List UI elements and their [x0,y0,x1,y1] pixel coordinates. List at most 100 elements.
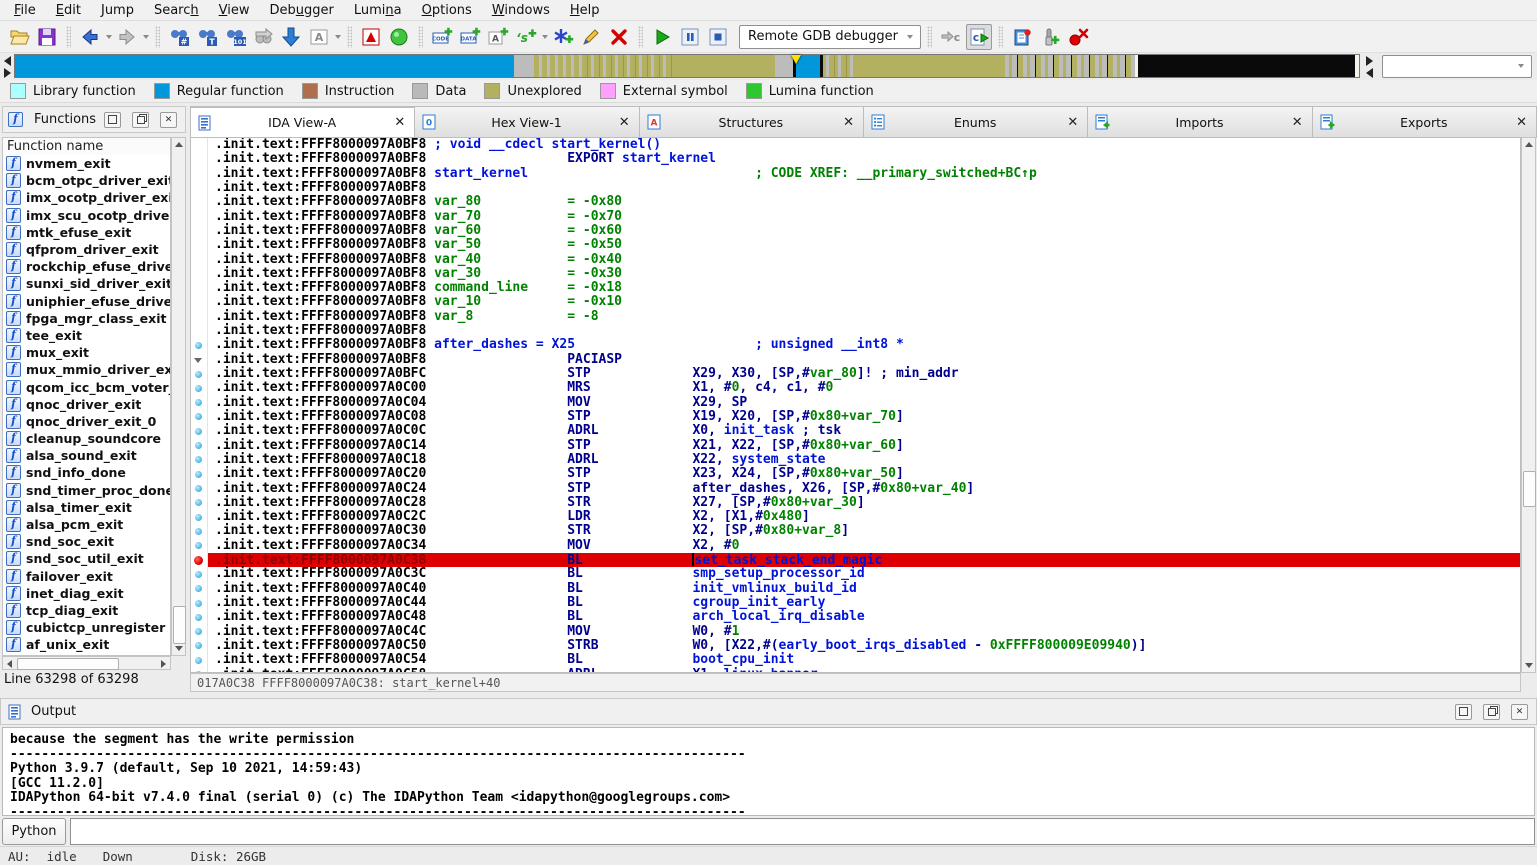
maximize-icon[interactable] [1455,704,1472,720]
function-list-item[interactable]: fnvmem_exit [3,155,170,172]
menu-help[interactable]: Help [560,2,610,19]
asm-text[interactable]: .init.text:FFFF8000097A0C48 BL arch_loca… [208,610,1520,624]
output-log[interactable]: because the segment has the write permis… [2,727,1535,816]
menu-view[interactable]: View [209,2,260,19]
create-data-icon[interactable]: DATA [457,24,483,50]
function-list-item[interactable]: fimx_scu_ocotp_driver_exit [3,207,170,224]
functions-column-header[interactable]: Function name [2,137,171,156]
functions-hscrollbar[interactable] [2,656,171,670]
function-list-item[interactable]: finet_diag_exit [3,585,170,602]
back-history-dropdown-icon[interactable] [106,35,112,39]
function-list-item[interactable]: fcubictcp_unregister [3,619,170,636]
asm-line[interactable]: .init.text:FFFF8000097A0C4C MOV W0, #1 [191,625,1520,639]
menu-jump[interactable]: Jump [91,2,144,19]
asm-text[interactable]: .init.text:FFFF8000097A0C28 STR X27, [SP… [208,496,1520,510]
find-next-icon[interactable] [250,24,276,50]
scroll-down-icon[interactable] [1522,659,1535,672]
asm-line[interactable]: .init.text:FFFF8000097A0C14 STP X21, X22… [191,439,1520,453]
asm-text[interactable]: .init.text:FFFF8000097A0BF8 var_30 = -0x… [208,267,1520,281]
problems-list-icon[interactable] [358,24,384,50]
breakpoint-slot-icon[interactable] [195,528,202,535]
navband-scroll-left[interactable] [1,54,13,78]
asm-text[interactable]: .init.text:FFFF8000097A0C3C BL smp_setup… [208,567,1520,581]
breakpoint-slot-icon[interactable] [195,385,202,392]
forward-history-dropdown-icon[interactable] [143,35,149,39]
navband-dropdown[interactable] [1382,55,1532,78]
asm-line[interactable]: .init.text:FFFF8000097A0C44 BL cgroup_in… [191,596,1520,610]
breakpoint-slot-icon[interactable] [195,471,202,478]
tab-structures[interactable]: AStructures✕ [640,106,864,138]
tab-close-icon[interactable]: ✕ [840,115,857,130]
asm-line[interactable]: .init.text:FFFF8000097A0C38 BL set_task_… [191,553,1520,567]
maximize-icon[interactable] [104,112,121,128]
breakpoint-slot-icon[interactable] [195,642,202,649]
asm-text[interactable]: .init.text:FFFF8000097A0BF8 [208,324,1520,338]
asm-line[interactable]: .init.text:FFFF8000097A0BF8 var_60 = -0x… [191,224,1520,238]
asm-text[interactable]: .init.text:FFFF8000097A0C04 MOV X29, SP [208,396,1520,410]
asm-text[interactable]: .init.text:FFFF8000097A0C50 STRB W0, [X2… [208,639,1520,653]
asm-text[interactable]: .init.text:FFFF8000097A0C4C MOV W0, #1 [208,625,1520,639]
asm-line[interactable]: .init.text:FFFF8000097A0C00 MRS X1, #0, … [191,381,1520,395]
find-immediate-icon[interactable]: # [166,24,192,50]
asm-line[interactable]: .init.text:FFFF8000097A0BF8 var_30 = -0x… [191,267,1520,281]
asm-text[interactable]: .init.text:FFFF8000097A0C2C LDR X2, [X1,… [208,510,1520,524]
close-icon[interactable]: ✕ [1511,704,1528,720]
breakpoint-slot-icon[interactable] [195,499,202,506]
string-style-dropdown-icon[interactable] [335,35,341,39]
asm-text[interactable]: .init.text:FFFF8000097A0C24 STP after_da… [208,482,1520,496]
asm-line[interactable]: .init.text:FFFF8000097A0C28 STR X27, [SP… [191,496,1520,510]
tab-close-icon[interactable]: ✕ [1513,115,1530,130]
asm-line[interactable]: .init.text:FFFF8000097A0BF8 start_kernel… [191,167,1520,181]
breakpoint-slot-icon[interactable] [195,485,202,492]
asm-line[interactable]: .init.text:FFFF8000097A0BF8 command_line… [191,281,1520,295]
collapse-icon[interactable] [194,358,202,363]
breakpoint-slot-icon[interactable] [195,657,202,664]
breakpoint-slot-icon[interactable] [195,600,202,607]
asm-line[interactable]: .init.text:FFFF8000097A0C50 STRB W0, [X2… [191,639,1520,653]
asm-text[interactable]: .init.text:FFFF8000097A0C08 STP X19, X20… [208,410,1520,424]
asm-text[interactable]: .init.text:FFFF8000097A0C44 BL cgroup_in… [208,596,1520,610]
asm-line[interactable]: .init.text:FFFF8000097A0BF8 [191,181,1520,195]
function-list-item[interactable]: fcleanup_soundcore [3,430,170,447]
undefine-icon[interactable] [606,24,632,50]
asm-line[interactable]: .init.text:FFFF8000097A0BF8 var_70 = -0x… [191,210,1520,224]
asm-text[interactable]: .init.text:FFFF8000097A0BF8 var_40 = -0x… [208,253,1520,267]
disassembly-vscrollbar[interactable] [1521,137,1536,673]
asm-text[interactable]: .init.text:FFFF8000097A0BF8 PACIASP [208,353,1520,367]
asm-text[interactable]: .init.text:FFFF8000097A0C38 BL set_task_… [208,553,1520,567]
navigate-forward-icon[interactable] [114,24,140,50]
asm-line[interactable]: .init.text:FFFF8000097A0BF8 var_80 = -0x… [191,195,1520,209]
tab-close-icon[interactable]: ✕ [391,115,408,130]
create-string-dropdown-icon[interactable] [542,35,548,39]
breakpoint-slot-icon[interactable] [195,571,202,578]
asm-line[interactable]: .init.text:FFFF8000097A0C08 STP X19, X20… [191,410,1520,424]
breakpoint-slot-icon[interactable] [195,413,202,420]
function-list-item[interactable]: fsnd_info_done [3,464,170,481]
function-list-item[interactable]: fmux_exit [3,344,170,361]
scroll-thumb[interactable] [1523,471,1536,507]
breakpoint-slot-icon[interactable] [195,399,202,406]
breakpoint-slot-icon[interactable] [195,342,202,349]
asm-line[interactable]: .init.text:FFFF8000097A0BF8 [191,324,1520,338]
function-list-item[interactable]: ftee_exit [3,327,170,344]
breakpoint-icon[interactable] [194,556,203,565]
asm-text[interactable]: .init.text:FFFF8000097A0C30 STR X2, [SP,… [208,524,1520,538]
menu-search[interactable]: Search [144,2,209,19]
asm-text[interactable]: .init.text:FFFF8000097A0C14 STP X21, X22… [208,439,1520,453]
asm-text[interactable]: .init.text:FFFF8000097A0C34 MOV X2, #0 [208,539,1520,553]
asm-line[interactable]: .init.text:FFFF8000097A0BF8 ; void __cde… [191,138,1520,152]
asm-text[interactable]: .init.text:FFFF8000097A0C40 BL init_vmli… [208,582,1520,596]
function-list-item[interactable]: fsnd_soc_exit [3,533,170,550]
asm-line[interactable]: .init.text:FFFF8000097A0BF8 var_8 = -8 [191,310,1520,324]
scroll-down-icon[interactable] [172,642,185,655]
cli-input[interactable] [70,818,1535,845]
function-list-item[interactable]: falsa_sound_exit [3,447,170,464]
function-list-item[interactable]: fsnd_soc_util_exit [3,550,170,567]
jump-address-icon[interactable] [278,24,304,50]
menu-file[interactable]: File [4,2,46,19]
function-list-item[interactable]: ftcp_diag_exit [3,602,170,619]
asm-text[interactable]: .init.text:FFFF8000097A0C0C ADRL X0, ini… [208,424,1520,438]
create-struct-icon[interactable] [550,24,576,50]
breakpoint-slot-icon[interactable] [195,585,202,592]
asm-text[interactable]: .init.text:FFFF8000097A0BF8 after_dashes… [208,338,1520,352]
